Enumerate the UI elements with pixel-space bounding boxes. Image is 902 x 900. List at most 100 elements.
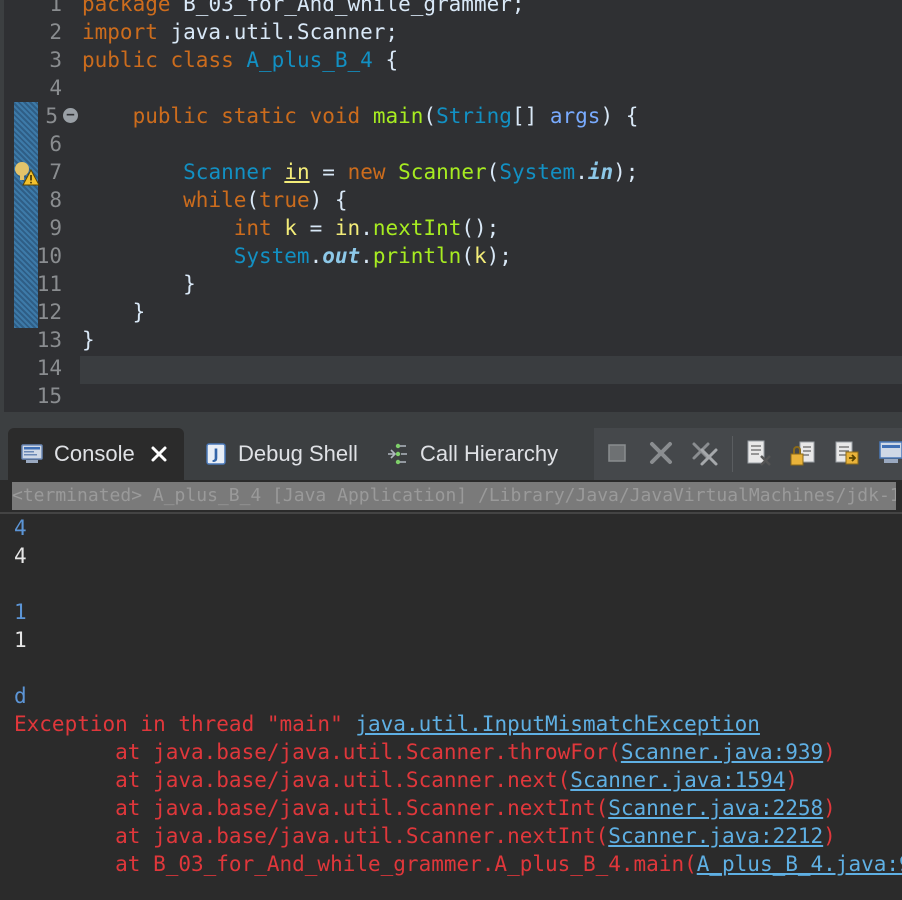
- code-line[interactable]: public class A_plus_B_4 {: [82, 46, 398, 74]
- code-text: ) {: [309, 188, 348, 212]
- stack-frame-link[interactable]: Scanner.java:1594: [570, 768, 785, 792]
- code-text: B_03_for_And_while_grammer;: [170, 0, 525, 16]
- line-number: 6: [49, 132, 62, 156]
- code-editor[interactable]: − 1 2 3 4 5 6 7 8 9 10 11 12 13 14 15 pa…: [0, 0, 902, 412]
- method-name: main: [372, 104, 424, 128]
- keyword: public: [82, 48, 158, 72]
- code-line[interactable]: while(true) {: [82, 186, 348, 214]
- code-line[interactable]: }: [82, 270, 196, 298]
- console-line: 4: [14, 544, 27, 568]
- static-field: in: [587, 160, 614, 184]
- constructor: Scanner: [398, 160, 487, 184]
- variable: in: [334, 216, 361, 240]
- code-line[interactable]: }: [82, 326, 95, 354]
- variable: k: [474, 244, 487, 268]
- code-line[interactable]: public static void main(String[] args) {: [82, 102, 639, 130]
- keyword: new: [347, 160, 386, 184]
- code-text: []: [511, 104, 550, 128]
- line-number: 5: [45, 104, 58, 128]
- code-text: (: [461, 244, 474, 268]
- line-number: 11: [36, 272, 62, 296]
- keyword: class: [170, 48, 234, 72]
- code-line[interactable]: }: [82, 298, 146, 326]
- code-line[interactable]: package B_03_for_And_while_grammer;: [82, 0, 525, 18]
- code-text: =: [309, 160, 348, 184]
- console-icon: [21, 444, 43, 463]
- parameter: args: [549, 104, 601, 128]
- close-icon[interactable]: [149, 444, 169, 464]
- code-text: .: [575, 160, 588, 184]
- keyword: true: [259, 188, 310, 212]
- variable: in: [284, 160, 310, 184]
- console-process-label: <terminated> A_plus_B_4 [Java Applicatio…: [12, 482, 896, 510]
- stack-frame-link[interactable]: Scanner.java:2258: [608, 796, 823, 820]
- code-text: (: [246, 188, 260, 212]
- code-line[interactable]: System.out.println(k);: [82, 242, 512, 270]
- type-name: System: [499, 160, 576, 184]
- exception-link[interactable]: java.util.InputMismatchException: [355, 712, 760, 736]
- stack-frame-end: ): [785, 768, 798, 792]
- view-tab-bar: Console J Debug Shell Call Hierarchy: [0, 428, 902, 480]
- stack-trace-line: at java.base/java.util.Scanner.next(Scan…: [14, 766, 798, 794]
- code-line[interactable]: import java.util.Scanner;: [82, 18, 398, 46]
- tab-console-label: Console: [54, 441, 135, 466]
- remove-all-launches-icon[interactable]: [690, 438, 720, 468]
- line-number: 2: [49, 20, 62, 44]
- code-text: (: [423, 104, 437, 128]
- keyword: package: [82, 0, 171, 16]
- code-text: }: [82, 328, 95, 352]
- keyword: void: [309, 104, 361, 128]
- console-line: 1: [14, 600, 27, 624]
- stack-trace-line: at java.base/java.util.Scanner.nextInt(S…: [14, 794, 836, 822]
- current-line-highlight: [80, 356, 902, 384]
- view-splitter[interactable]: [0, 412, 902, 428]
- collapse-icon[interactable]: −: [63, 108, 78, 123]
- stack-frame-text: at java.base/java.util.Scanner.throwFor(: [14, 740, 621, 764]
- tab-call-hierarchy[interactable]: Call Hierarchy: [374, 428, 558, 480]
- code-text: );: [486, 244, 512, 268]
- tab-console[interactable]: Console: [8, 428, 184, 480]
- line-number: 1: [49, 0, 62, 16]
- line-number-gutter: − 1 2 3 4 5 6 7 8 9 10 11 12 13 14 15: [4, 0, 78, 412]
- line-number: 3: [49, 48, 62, 72]
- line-number: 9: [49, 216, 62, 240]
- stack-frame-link[interactable]: Scanner.java:939: [621, 740, 823, 764]
- stack-frame-text: at java.base/java.util.Scanner.nextInt(: [14, 796, 609, 820]
- console-divider: [0, 512, 902, 514]
- code-text: }: [183, 272, 196, 296]
- console-view: Console J Debug Shell Call Hierarchy <te…: [0, 428, 902, 900]
- line-number: 4: [49, 76, 62, 100]
- stack-trace-line: at java.base/java.util.Scanner.nextInt(S…: [14, 822, 836, 850]
- console-line: d: [14, 684, 27, 708]
- console-line: 1: [14, 628, 27, 652]
- remove-launch-icon[interactable]: [646, 438, 676, 468]
- code-text: ();: [461, 216, 500, 240]
- code-text: .: [360, 244, 373, 268]
- code-line[interactable]: Scanner in = new Scanner(System.in);: [82, 158, 638, 186]
- code-text: ) {: [600, 104, 639, 128]
- call-hierarchy-icon: [388, 443, 407, 465]
- code-text: {: [372, 48, 399, 72]
- tab-debug-shell[interactable]: J Debug Shell: [192, 428, 358, 480]
- code-text: java.util.Scanner;: [157, 20, 399, 44]
- stack-frame-link[interactable]: Scanner.java:2212: [608, 824, 823, 848]
- keyword: while: [183, 188, 247, 212]
- code-text: (: [486, 160, 500, 184]
- stack-frame-end: ): [823, 824, 836, 848]
- variable: k: [284, 216, 297, 240]
- stack-frame-link[interactable]: A_plus_B_4.java:9: [697, 852, 902, 876]
- tab-debug-shell-label: Debug Shell: [238, 441, 358, 466]
- scroll-lock-icon[interactable]: [788, 438, 818, 468]
- stack-trace-line: at java.base/java.util.Scanner.throwFor(…: [14, 738, 836, 766]
- svg-text:J: J: [212, 447, 218, 463]
- stack-frame-text: at java.base/java.util.Scanner.next(: [14, 768, 571, 792]
- code-line[interactable]: int k = in.nextInt();: [82, 214, 500, 242]
- clear-console-icon[interactable]: [744, 438, 774, 468]
- word-wrap-icon[interactable]: [832, 438, 862, 468]
- static-field: out: [322, 244, 361, 268]
- tab-call-hierarchy-label: Call Hierarchy: [420, 441, 559, 466]
- pin-console-icon[interactable]: [876, 438, 902, 468]
- terminate-icon[interactable]: [602, 438, 632, 468]
- stack-frame-end: ): [823, 740, 836, 764]
- line-number: 7: [49, 160, 62, 184]
